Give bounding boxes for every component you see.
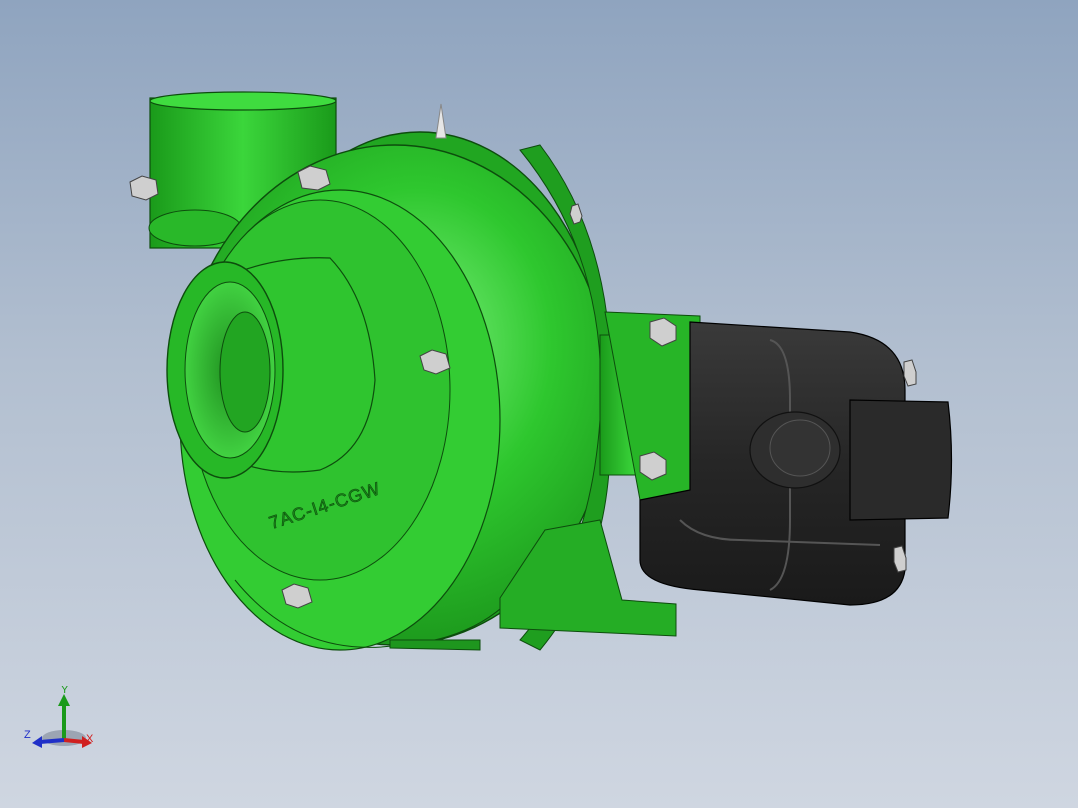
z-axis-label: Z [24,729,31,741]
bolt [419,349,451,375]
vent-plug [435,103,447,139]
bolt [281,583,313,609]
suction-inlet [166,257,376,479]
z-axis [39,738,65,744]
bolt [903,359,917,387]
pump-3d-model[interactable]: 7AC-I4-CGW [0,0,1078,808]
orientation-triad[interactable]: Y X Z [20,686,100,756]
x-axis-label: X [86,733,94,745]
x-axis [63,738,85,744]
bolt [297,165,331,191]
bolt [129,175,159,201]
y-axis-label: Y [61,686,69,696]
graphics-viewport[interactable]: 7AC-I4-CGW Y X Z [0,0,1078,808]
z-arrow [32,736,42,748]
